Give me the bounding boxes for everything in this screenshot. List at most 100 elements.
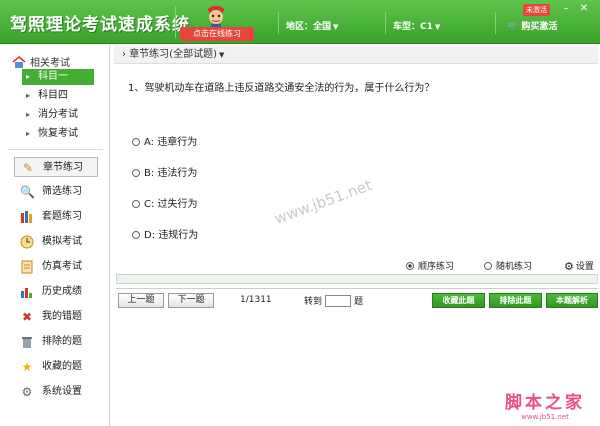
books-icon bbox=[21, 211, 32, 223]
nav-label: 收藏的题 bbox=[42, 361, 82, 372]
question-counter: 1/1311 bbox=[240, 295, 272, 305]
nav-collected-questions[interactable]: ★ 收藏的题 bbox=[14, 357, 98, 377]
close-icon[interactable]: ✕ bbox=[578, 3, 590, 15]
nav-simulated-exam[interactable]: 仿真考试 bbox=[14, 257, 98, 277]
answer-progress-bar bbox=[116, 274, 598, 284]
gear-icon: ⚙ bbox=[564, 260, 574, 273]
header-divider bbox=[278, 12, 279, 34]
region-label: 地区：全国 bbox=[286, 22, 332, 32]
radio-icon bbox=[484, 262, 492, 270]
exam-paper-icon bbox=[21, 260, 33, 274]
nav-label: 我的错题 bbox=[42, 311, 82, 322]
nav-label: 系统设置 bbox=[42, 386, 82, 397]
nav-system-settings[interactable]: ⚙ 系统设置 bbox=[14, 382, 98, 402]
star-icon: ★ bbox=[21, 360, 33, 374]
option-label: A: 违章行为 bbox=[144, 137, 198, 148]
nav-my-mistakes[interactable]: ✖ 我的错题 bbox=[14, 307, 98, 327]
nav-label: 历史成绩 bbox=[42, 286, 82, 297]
related-exams-heading: 相关考试 bbox=[12, 54, 70, 69]
header-divider bbox=[385, 12, 386, 34]
goto-question: 转到 题 bbox=[304, 294, 363, 307]
house-icon bbox=[12, 56, 26, 68]
car-type-selector[interactable]: 车型：C1 ▼ bbox=[393, 19, 440, 32]
sidebar: 相关考试 科目一 科目四 消分考试 恢复考试 ✎ 章节练习 🔍 筛选练习 套题练… bbox=[0, 45, 110, 426]
gear-icon: ⚙ bbox=[21, 385, 33, 399]
option-b[interactable]: B: 违法行为 bbox=[132, 164, 197, 179]
nav-label: 排除的题 bbox=[42, 336, 82, 347]
bar-chart-icon bbox=[21, 288, 32, 298]
question-text: 1、驾驶机动车在道路上违反道路交通安全法的行为，属于什么行为？ bbox=[128, 83, 435, 94]
brand-watermark: 脚本之家 www.jb51.net bbox=[505, 388, 585, 421]
header-divider bbox=[495, 12, 496, 34]
main-panel: › 章节练习(全部试题) ▼ 1、驾驶机动车在道路上违反道路交通安全法的行为，属于… bbox=[112, 45, 600, 426]
car-type-label: 车型：C1 bbox=[393, 22, 433, 32]
next-question-button[interactable]: 下一题 bbox=[168, 293, 214, 308]
region-selector[interactable]: 地区：全国 ▼ bbox=[286, 19, 338, 32]
prev-question-button[interactable]: 上一题 bbox=[118, 293, 164, 308]
chevron-right-icon: › bbox=[122, 49, 126, 60]
settings-label: 设置 bbox=[575, 262, 594, 272]
sidebar-item-restore-exam[interactable]: 恢复考试 bbox=[22, 126, 94, 142]
option-d[interactable]: D: 违规行为 bbox=[132, 226, 198, 241]
not-activated-badge: 未激活 bbox=[523, 4, 550, 16]
nav-filter-practice[interactable]: 🔍 筛选练习 bbox=[14, 182, 98, 202]
buy-label: 购买激活 bbox=[521, 22, 558, 32]
radio-icon bbox=[132, 231, 140, 239]
question-explanation-button[interactable]: 本题解析 bbox=[546, 293, 598, 308]
trash-icon bbox=[22, 337, 32, 348]
goto-suffix: 题 bbox=[354, 297, 364, 307]
settings-button[interactable]: ⚙ 设置 bbox=[564, 259, 594, 273]
magnifier-icon: 🔍 bbox=[20, 185, 35, 199]
brand-url: www.jb51.net bbox=[521, 413, 569, 421]
mode-label: 随机练习 bbox=[496, 262, 533, 272]
nav-label: 筛选练习 bbox=[42, 186, 82, 197]
exclude-question-button[interactable]: 排除此题 bbox=[489, 293, 542, 308]
nav-label: 仿真考试 bbox=[42, 261, 82, 272]
breadcrumb-label: 章节练习(全部试题) bbox=[129, 49, 217, 60]
collect-question-button[interactable]: 收藏此题 bbox=[432, 293, 485, 308]
option-label: B: 违法行为 bbox=[144, 168, 198, 179]
chevron-down-icon: ▼ bbox=[333, 23, 339, 31]
related-exams-label: 相关考试 bbox=[30, 58, 70, 69]
chevron-down-icon: ▼ bbox=[434, 23, 441, 31]
sidebar-item-subject-one[interactable]: 科目一 bbox=[22, 69, 94, 85]
option-c[interactable]: C: 过失行为 bbox=[132, 195, 198, 210]
clock-icon bbox=[20, 235, 34, 249]
nav-label: 模拟考试 bbox=[42, 236, 82, 247]
header-divider bbox=[175, 6, 176, 38]
site-watermark: www.jb51.net bbox=[272, 176, 375, 228]
mode-label: 顺序练习 bbox=[418, 262, 455, 272]
option-label: D: 违规行为 bbox=[144, 230, 199, 241]
buy-activate-button[interactable]: 🛒 购买激活 bbox=[507, 19, 557, 32]
online-practice-button[interactable]: 点击在线练习 bbox=[180, 27, 254, 41]
pencil-icon: ✎ bbox=[22, 161, 34, 175]
toolbar-divider bbox=[116, 288, 598, 289]
app-title: 驾照理论考试速成系统 bbox=[10, 15, 190, 35]
option-label: C: 过失行为 bbox=[144, 199, 198, 210]
nav-history-scores[interactable]: 历史成绩 bbox=[14, 282, 98, 302]
option-a[interactable]: A: 违章行为 bbox=[132, 133, 197, 148]
radio-icon bbox=[132, 138, 140, 146]
nav-chapter-practice[interactable]: ✎ 章节练习 bbox=[14, 157, 98, 177]
nav-mock-exam[interactable]: 模拟考试 bbox=[14, 232, 98, 252]
sidebar-item-points-exam[interactable]: 消分考试 bbox=[22, 107, 94, 123]
mode-random[interactable]: 随机练习 bbox=[484, 259, 532, 272]
nav-set-practice[interactable]: 套题练习 bbox=[14, 207, 98, 227]
sidebar-item-subject-four[interactable]: 科目四 bbox=[22, 88, 94, 104]
red-x-icon: ✖ bbox=[21, 310, 33, 324]
chevron-down-icon: ▼ bbox=[219, 51, 225, 59]
app-header: 驾照理论考试速成系统 点击在线练习 地区：全国 ▼ 车型：C1 ▼ 🛒 购买激活 未… bbox=[0, 0, 600, 44]
sidebar-divider bbox=[8, 149, 103, 150]
nav-label: 章节练习 bbox=[43, 162, 83, 173]
nav-excluded-questions[interactable]: 排除的题 bbox=[14, 332, 98, 352]
goto-input[interactable] bbox=[325, 295, 352, 307]
nav-label: 套题练习 bbox=[42, 211, 82, 222]
radio-selected-icon bbox=[406, 262, 414, 270]
mode-sequential[interactable]: 顺序练习 bbox=[406, 259, 454, 272]
breadcrumb[interactable]: › 章节练习(全部试题) ▼ bbox=[114, 46, 598, 64]
goto-label: 转到 bbox=[304, 297, 323, 307]
radio-icon bbox=[132, 169, 140, 177]
minimize-icon[interactable]: – bbox=[560, 3, 572, 15]
radio-icon bbox=[132, 200, 140, 208]
cart-icon: 🛒 bbox=[507, 22, 519, 32]
